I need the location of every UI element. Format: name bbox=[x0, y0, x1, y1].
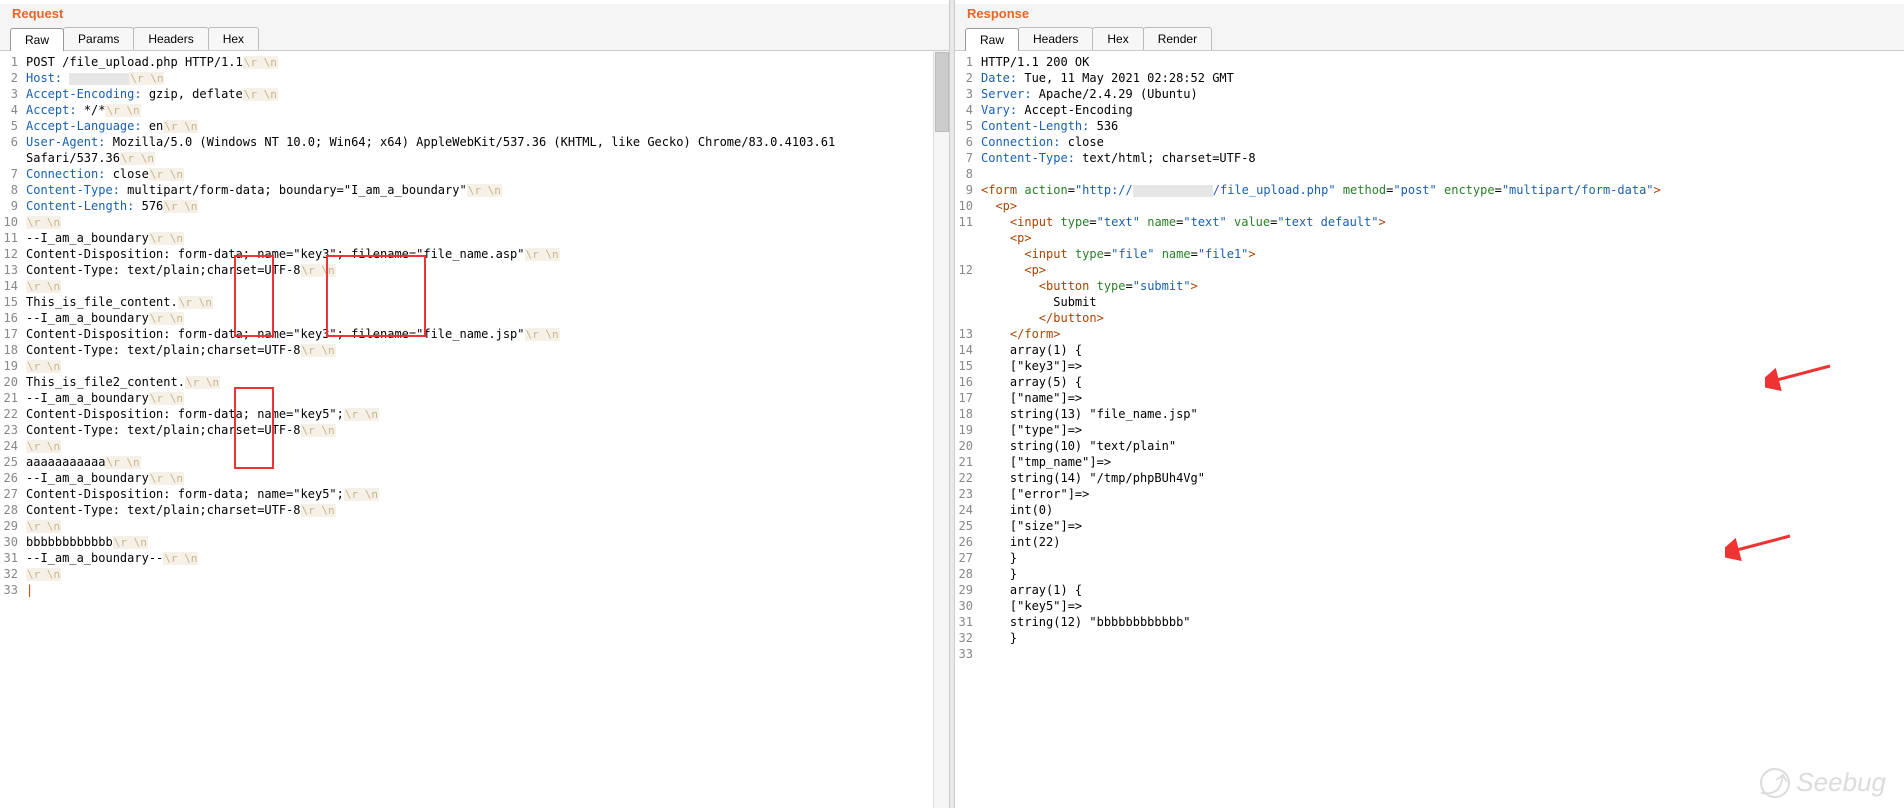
request-lines[interactable]: POST /file_upload.php HTTP/1.1\r \nHost:… bbox=[22, 51, 933, 808]
request-gutter: 1234567891011121314151617181920212223242… bbox=[0, 51, 22, 808]
tab-params[interactable]: Params bbox=[63, 27, 134, 50]
tab-raw[interactable]: Raw bbox=[10, 28, 64, 51]
tab-hex[interactable]: Hex bbox=[208, 27, 259, 50]
response-tabs: RawHeadersHexRender bbox=[955, 27, 1904, 51]
response-gutter: 1234567891011121314151617181920212223242… bbox=[955, 51, 977, 808]
tab-headers[interactable]: Headers bbox=[133, 27, 208, 50]
response-lines[interactable]: HTTP/1.1 200 OKDate: Tue, 11 May 2021 02… bbox=[977, 51, 1904, 808]
tab-raw[interactable]: Raw bbox=[965, 28, 1019, 51]
request-code-area[interactable]: 1234567891011121314151617181920212223242… bbox=[0, 51, 949, 808]
response-panel: Response RawHeadersHexRender 12345678910… bbox=[955, 0, 1904, 808]
request-scrollbar[interactable] bbox=[933, 51, 949, 808]
tab-render[interactable]: Render bbox=[1143, 27, 1212, 50]
tab-headers[interactable]: Headers bbox=[1018, 27, 1093, 50]
request-title: Request bbox=[0, 4, 949, 27]
request-tabs: RawParamsHeadersHex bbox=[0, 27, 949, 51]
response-title: Response bbox=[955, 4, 1904, 27]
request-panel: Request RawParamsHeadersHex 123456789101… bbox=[0, 0, 949, 808]
tab-hex[interactable]: Hex bbox=[1092, 27, 1143, 50]
response-code-area[interactable]: 1234567891011121314151617181920212223242… bbox=[955, 51, 1904, 808]
